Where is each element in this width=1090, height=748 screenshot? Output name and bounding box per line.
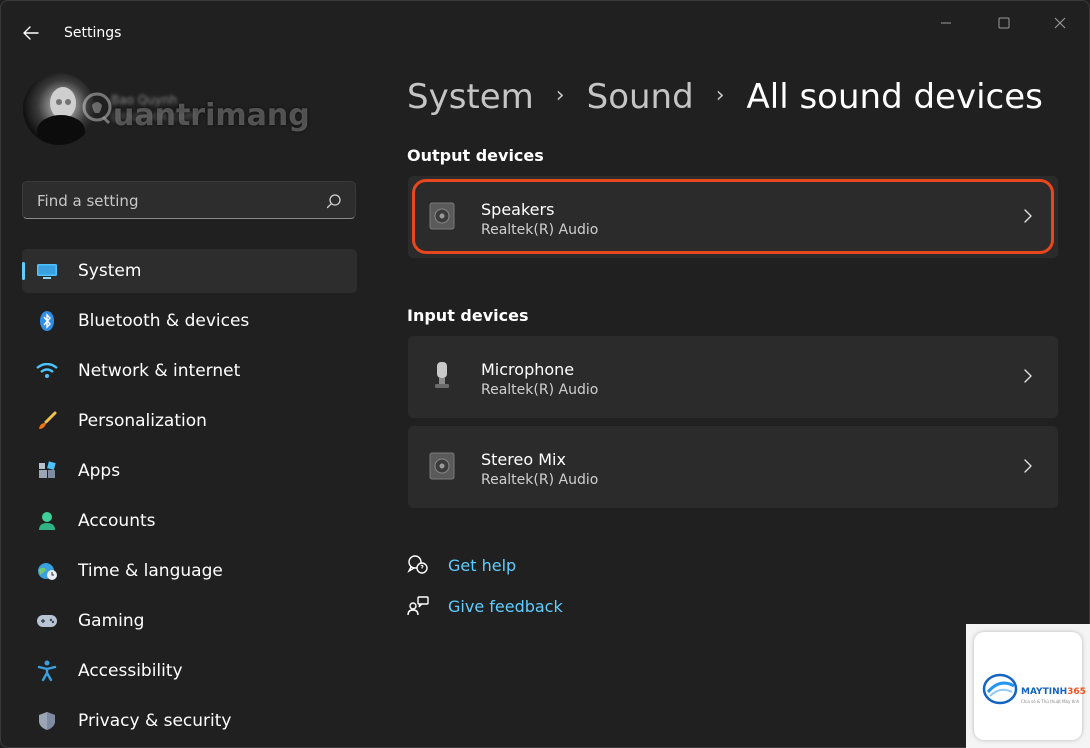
- minimize-icon: [941, 22, 951, 24]
- watermark-text: uantrimang: [113, 98, 310, 133]
- maximize-icon: [998, 17, 1010, 29]
- person-icon: [36, 510, 58, 532]
- breadcrumb: System › Sound › All sound devices: [407, 73, 1043, 121]
- gamepad-icon: [36, 610, 58, 632]
- chevron-right-icon: [1024, 209, 1032, 223]
- speaker-icon: [429, 452, 455, 480]
- back-button[interactable]: [15, 19, 47, 47]
- badge-brand-main: MAYTINH: [1021, 687, 1068, 697]
- globe-clock-icon: [36, 560, 58, 582]
- sidebar-nav: System Bluetooth & devices Network & int…: [22, 249, 357, 747]
- monitor-icon: [36, 260, 58, 282]
- sidebar-item-time-language[interactable]: Time & language: [22, 549, 357, 593]
- feedback-icon: [407, 596, 429, 616]
- app-title: Settings: [64, 25, 122, 41]
- brush-icon: [36, 410, 58, 432]
- badge-card: MAYTINH365 Chia sẻ & Thủ thuật Máy tính: [974, 632, 1086, 740]
- close-icon: [1054, 17, 1066, 29]
- watermark-bulb-icon: [81, 91, 113, 131]
- sidebar-item-label: Gaming: [78, 611, 145, 631]
- device-card-speakers[interactable]: Speakers Realtek(R) Audio: [408, 176, 1058, 258]
- sidebar-item-label: Time & language: [78, 561, 223, 581]
- device-card-microphone[interactable]: Microphone Realtek(R) Audio: [408, 336, 1058, 418]
- get-help-label[interactable]: Get help: [448, 556, 516, 575]
- chevron-right-icon: [1024, 459, 1032, 473]
- breadcrumb-separator: ›: [715, 82, 725, 108]
- minimize-button[interactable]: [929, 11, 963, 35]
- search-box[interactable]: [22, 181, 356, 219]
- search-icon[interactable]: [325, 192, 343, 210]
- give-feedback-link[interactable]: Give feedback: [407, 595, 563, 617]
- output-devices-heading: Output devices: [407, 146, 544, 165]
- bluetooth-icon: [36, 310, 58, 332]
- sidebar-item-label: Accessibility: [78, 661, 183, 681]
- sidebar-item-gaming[interactable]: Gaming: [22, 599, 357, 643]
- sidebar-item-accounts[interactable]: Accounts: [22, 499, 357, 543]
- sidebar-item-apps[interactable]: Apps: [22, 449, 357, 493]
- input-devices-heading: Input devices: [407, 306, 529, 325]
- device-name: Speakers: [481, 200, 555, 219]
- accessibility-icon: [36, 660, 58, 682]
- sidebar-item-privacy[interactable]: Privacy & security: [22, 699, 357, 743]
- badge-tagline: Chia sẻ & Thủ thuật Máy tính: [1021, 699, 1080, 704]
- device-subtitle: Realtek(R) Audio: [481, 222, 599, 238]
- get-help-link[interactable]: Get help: [407, 554, 516, 576]
- device-name: Stereo Mix: [481, 450, 566, 469]
- speaker-icon: [429, 202, 455, 230]
- sidebar-item-label: Personalization: [78, 411, 207, 431]
- sidebar-item-label: Accounts: [78, 511, 156, 531]
- help-chat-icon: [407, 555, 428, 574]
- sidebar-item-label: Network & internet: [78, 361, 241, 381]
- badge-brand-num: 365: [1067, 687, 1086, 697]
- sidebar-item-personalization[interactable]: Personalization: [22, 399, 357, 443]
- sidebar-item-accessibility[interactable]: Accessibility: [22, 649, 357, 693]
- apps-icon: [36, 460, 58, 482]
- shield-icon: [36, 710, 58, 732]
- badge-brand: MAYTINH365: [1021, 687, 1086, 697]
- close-button[interactable]: [1043, 11, 1077, 35]
- device-subtitle: Realtek(R) Audio: [481, 472, 599, 488]
- sidebar-item-label: Bluetooth & devices: [78, 311, 250, 331]
- title-bar: Settings: [1, 1, 1089, 65]
- badge-logo-icon: [982, 673, 1018, 705]
- breadcrumb-separator: ›: [555, 82, 565, 108]
- microphone-icon: [435, 362, 449, 388]
- device-name: Microphone: [481, 360, 575, 379]
- chevron-right-icon: [1024, 369, 1032, 383]
- sidebar-item-label: Apps: [78, 461, 121, 481]
- sidebar-item-label: System: [78, 261, 142, 281]
- corner-badge: MAYTINH365 Chia sẻ & Thủ thuật Máy tính: [966, 624, 1090, 748]
- breadcrumb-system[interactable]: System: [407, 77, 534, 117]
- device-card-stereo-mix[interactable]: Stereo Mix Realtek(R) Audio: [408, 426, 1058, 508]
- sidebar-item-label: Privacy & security: [78, 711, 232, 731]
- settings-window: Settings Bao Quynh @outlook.com uantrima…: [0, 0, 1090, 748]
- sidebar-item-network[interactable]: Network & internet: [22, 349, 357, 393]
- device-subtitle: Realtek(R) Audio: [481, 382, 599, 398]
- sidebar-item-bluetooth[interactable]: Bluetooth & devices: [22, 299, 357, 343]
- give-feedback-label[interactable]: Give feedback: [448, 597, 563, 616]
- search-input[interactable]: [35, 190, 309, 212]
- maximize-button[interactable]: [987, 11, 1021, 35]
- breadcrumb-sound[interactable]: Sound: [587, 77, 694, 117]
- wifi-icon: [36, 360, 58, 382]
- page-title: All sound devices: [746, 77, 1043, 117]
- sidebar-item-system[interactable]: System: [22, 249, 357, 293]
- back-arrow-icon: [23, 26, 39, 40]
